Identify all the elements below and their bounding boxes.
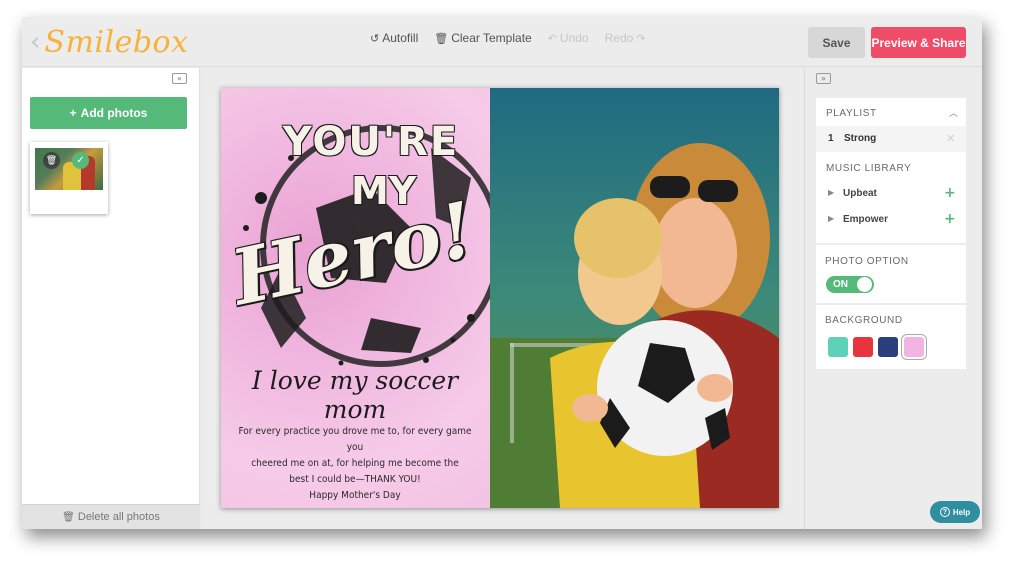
autofill-label: Autofill: [382, 31, 419, 45]
plus-icon: +: [69, 106, 77, 120]
body-line: Happy Mother's Day: [309, 490, 401, 501]
undo-icon: ↶: [547, 31, 557, 45]
body-line: For every practice you drove me to, for …: [238, 426, 472, 453]
body-line: cheered me on at, for helping me become …: [251, 458, 459, 469]
save-button[interactable]: Save: [808, 27, 865, 58]
play-icon[interactable]: ▶: [828, 214, 834, 223]
preview-share-button[interactable]: Preview & Share: [871, 27, 966, 58]
autofill-button[interactable]: ↺ Autofill: [370, 31, 418, 45]
smilebox-editor: ‹ Smilebox ↺ Autofill 🗑 Clear Template ↶…: [22, 17, 982, 529]
playlist-item[interactable]: 1 Strong ✕: [816, 126, 966, 152]
trash-icon: 🗑: [62, 511, 75, 523]
undo-button[interactable]: ↶ Undo: [548, 31, 589, 45]
headline-youre: YOU'RE: [282, 119, 460, 165]
music-library-title: MUSIC LIBRARY: [826, 163, 912, 174]
toolbar: ↺ Autofill 🗑 Clear Template ↶ Undo Redo …: [370, 31, 646, 45]
add-track-icon[interactable]: +: [944, 211, 956, 227]
card-body: For every practice you drove me to, for …: [231, 424, 479, 504]
background-swatch-teal[interactable]: [828, 337, 848, 357]
playlist-item-name: Strong: [844, 133, 877, 144]
music-library-item-name: Empower: [843, 214, 889, 225]
delete-photo-icon[interactable]: 🗑: [43, 152, 60, 169]
music-box: PLAYLIST ︿ 1 Strong ✕ MUSIC LIBRARY ▶ Up…: [816, 98, 966, 243]
card-subtitle: I love my soccer mom: [251, 366, 459, 424]
background-swatch-red[interactable]: [853, 337, 873, 357]
add-track-icon[interactable]: +: [944, 185, 956, 201]
background-title: BACKGROUND: [825, 315, 903, 326]
music-library-item-name: Upbeat: [843, 188, 877, 199]
collapse-left-icon[interactable]: «: [172, 73, 187, 84]
redo-icon: ↷: [636, 31, 646, 45]
logo[interactable]: ‹ Smilebox: [30, 23, 189, 61]
photo-option-toggle[interactable]: ON: [826, 276, 874, 293]
settings-panel: » PLAYLIST ︿ 1 Strong ✕ MUSIC LIBRARY ▶ …: [804, 68, 982, 529]
question-icon: ?: [939, 507, 950, 517]
undo-label: Undo: [559, 31, 589, 45]
top-bar: ‹ Smilebox ↺ Autofill 🗑 Clear Template ↶…: [22, 17, 982, 67]
music-library-item[interactable]: ▶ Upbeat +: [816, 185, 966, 205]
help-label: Help: [952, 507, 971, 517]
clear-template-label: Clear Template: [451, 31, 532, 45]
photos-panel: « + Add photos 🗑 ✓ 🗑 Delete all photos: [22, 68, 200, 529]
photo-option-box: PHOTO OPTION ON: [816, 245, 966, 303]
photo-mother-child-soccer: [490, 88, 779, 508]
chevron-up-icon[interactable]: ︿: [949, 106, 958, 119]
music-library-item[interactable]: ▶ Empower +: [816, 211, 966, 231]
delete-all-label: Delete all photos: [77, 511, 160, 523]
refresh-icon: ↺: [370, 31, 380, 45]
background-swatch-pink[interactable]: [901, 334, 927, 360]
add-photos-label: Add photos: [80, 106, 148, 120]
collapse-right-icon[interactable]: »: [816, 73, 831, 84]
card-preview[interactable]: YOU'RE MY Hero! I love my soccer mom For…: [221, 88, 779, 508]
logo-text: Smilebox: [44, 24, 189, 60]
help-button[interactable]: ? Help: [930, 501, 980, 523]
playlist-title: PLAYLIST: [826, 108, 877, 119]
photo-thumbnail[interactable]: 🗑 ✓: [30, 142, 108, 214]
clear-template-button[interactable]: 🗑 Clear Template: [434, 31, 531, 45]
redo-button[interactable]: Redo ↷: [605, 31, 646, 45]
delete-all-photos-button[interactable]: 🗑 Delete all photos: [22, 504, 200, 529]
check-icon: ✓: [72, 152, 89, 169]
playlist-item-number: 1: [828, 133, 834, 144]
canvas-area: YOU'RE MY Hero! I love my soccer mom For…: [201, 68, 803, 529]
photo-option-title: PHOTO OPTION: [825, 256, 909, 267]
remove-icon[interactable]: ✕: [946, 132, 955, 145]
toggle-label: ON: [833, 279, 848, 290]
trash-icon: 🗑: [434, 31, 449, 45]
toggle-knob: [857, 277, 872, 292]
back-chevron-icon[interactable]: ‹: [30, 29, 40, 55]
card-photo[interactable]: [490, 88, 779, 508]
background-swatch-navy[interactable]: [878, 337, 898, 357]
play-icon[interactable]: ▶: [828, 188, 834, 197]
background-box: BACKGROUND: [816, 305, 966, 369]
card-text-side[interactable]: YOU'RE MY Hero! I love my soccer mom For…: [221, 88, 490, 508]
body-line: best I could be—THANK YOU!: [289, 474, 421, 485]
redo-label: Redo: [604, 31, 634, 45]
add-photos-button[interactable]: + Add photos: [30, 97, 187, 129]
